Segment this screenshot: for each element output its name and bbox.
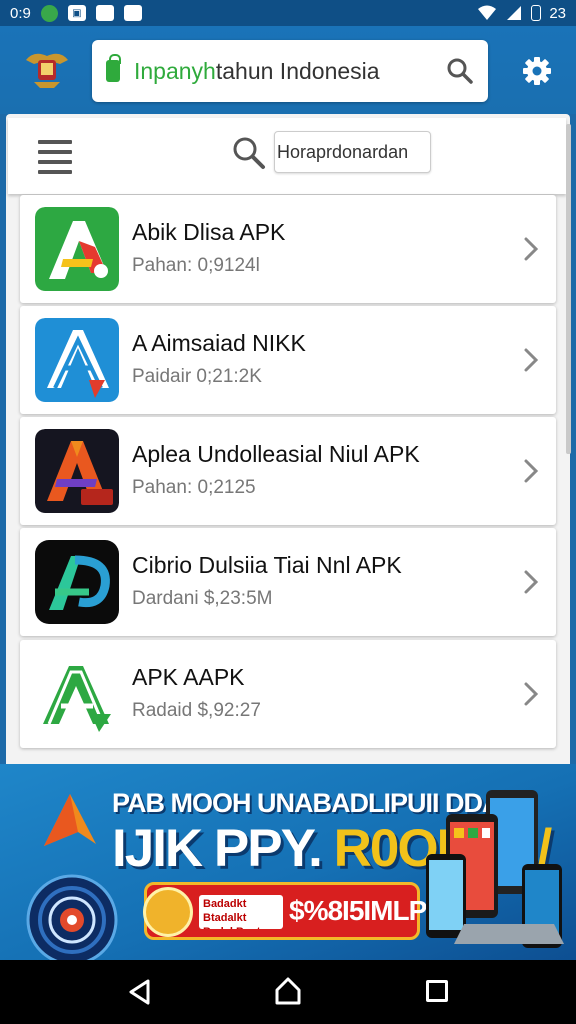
app-meta: Paidair 0;21:2K xyxy=(132,366,262,387)
list-item[interactable]: Cibrio Dulsiia Tiai Nnl APK Dardani $,23… xyxy=(20,528,556,636)
garuda-emblem-icon xyxy=(26,53,68,88)
url-rest: tahun Indonesia xyxy=(215,57,380,84)
chevron-right-icon[interactable] xyxy=(520,680,542,708)
app-meta: Pahan: 0;9124l xyxy=(132,255,260,276)
banner-cta-amount: $%8I5IMLP xyxy=(289,895,427,926)
search-icon[interactable] xyxy=(446,57,474,85)
coin-icon xyxy=(143,887,193,937)
lock-icon xyxy=(106,54,121,82)
list-item[interactable]: Aplea Undolleasial Niul APK Pahan: 0;212… xyxy=(20,417,556,525)
phones-image-icon xyxy=(426,790,564,948)
address-bar[interactable]: Inpanyhtahun Indonesia xyxy=(92,40,488,102)
ad-banner[interactable]: PAB MOOH UNABADLIPUII DDAD IJIK PPY. R0O… xyxy=(0,764,576,960)
toolbar-search-icon[interactable] xyxy=(232,136,266,170)
arrow-logo-icon xyxy=(44,794,96,846)
app-name: Cibrio Dulsiia Tiai Nnl APK xyxy=(132,552,402,578)
chevron-right-icon[interactable] xyxy=(520,568,542,596)
settings-gear-icon[interactable] xyxy=(522,56,552,86)
battery-level: 23 xyxy=(549,4,566,22)
navigation-bar xyxy=(0,960,576,1024)
app-name: Aplea Undolleasial Niul APK xyxy=(132,441,420,467)
chevron-right-icon[interactable] xyxy=(520,235,542,263)
url-text[interactable]: Inpanyhtahun Indonesia xyxy=(134,58,446,85)
banner-cta-small: Badadkt Btadalkt Badel Bost xyxy=(199,895,283,929)
list-item[interactable]: APK AAPK Radaid $,92:27 xyxy=(20,640,556,748)
search-input[interactable]: Horaprdonardan xyxy=(274,131,431,173)
apk-icon-dark xyxy=(35,429,119,513)
apk-icon-teal xyxy=(35,540,119,624)
notification-icon xyxy=(40,4,58,22)
app-name: A Aimsaiad NIKK xyxy=(132,330,306,356)
app-meta: Dardani $,23:5M xyxy=(132,588,273,609)
gallery-icon: ▣ xyxy=(67,5,86,21)
apk-icon-blue xyxy=(35,318,119,402)
list-item[interactable]: A Aimsaiad NIKK Paidair 0;21:2K xyxy=(20,306,556,414)
home-icon[interactable] xyxy=(274,976,302,1006)
spiral-logo-icon xyxy=(26,874,118,960)
wifi-icon xyxy=(478,5,497,20)
apk-icon-green xyxy=(35,207,119,291)
chevron-right-icon[interactable] xyxy=(520,457,542,485)
signal-icon xyxy=(507,6,522,20)
app-meta: Pahan: 0;2125 xyxy=(132,477,256,498)
status-bar: 0:9 ▣ 23 xyxy=(0,0,576,26)
app-meta: Radaid $,92:27 xyxy=(132,700,261,721)
app-name: Abik Dlisa APK xyxy=(132,219,286,245)
list-item[interactable]: Abik Dlisa APK Pahan: 0;9124l xyxy=(20,195,556,303)
toolbar: Horaprdonardan xyxy=(8,118,566,194)
camera-icon xyxy=(95,5,114,21)
menu-icon[interactable] xyxy=(38,140,72,174)
back-icon[interactable] xyxy=(126,978,154,1006)
banner-cta-button[interactable]: Badadkt Btadalkt Badel Bost $%8I5IMLP xyxy=(143,882,427,940)
app-bar: Inpanyhtahun Indonesia xyxy=(0,26,576,114)
apk-icon-white xyxy=(35,652,119,736)
banner-title-a: IJIK PPY. xyxy=(112,819,323,878)
status-time: 0:9 xyxy=(10,4,31,22)
scrollbar[interactable] xyxy=(566,124,571,454)
url-prefix: Inpanyh xyxy=(134,57,216,84)
recent-apps-icon[interactable] xyxy=(426,980,448,1002)
chevron-right-icon[interactable] xyxy=(520,346,542,374)
app-name: APK AAPK xyxy=(132,664,245,690)
download-icon xyxy=(123,5,142,21)
battery-icon xyxy=(531,5,542,21)
